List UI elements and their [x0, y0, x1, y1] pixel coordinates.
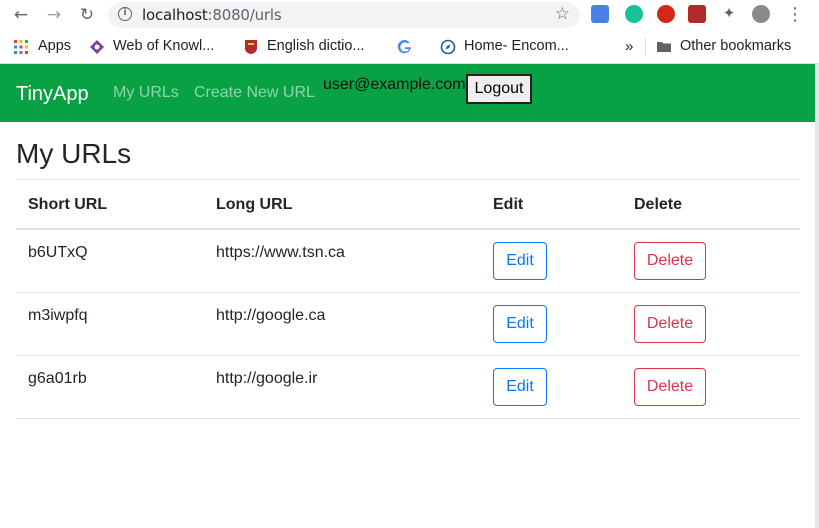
long-url-cell: https://www.tsn.ca: [216, 244, 345, 261]
avatar[interactable]: [752, 5, 770, 23]
grammarly-extension-icon[interactable]: [625, 5, 643, 23]
bookmarks-bar: Apps Web of Knowl... English dictio... H…: [0, 30, 819, 64]
bookmark-apps[interactable]: Apps: [38, 38, 71, 54]
address-bar[interactable]: i localhost:8080/urls ☆: [108, 2, 580, 28]
long-url-cell: http://google.ir: [216, 370, 318, 387]
edit-button[interactable]: Edit: [493, 305, 547, 343]
info-icon[interactable]: i: [118, 7, 132, 21]
brand-logo[interactable]: TinyApp: [16, 83, 89, 106]
urls-table: Short URL Long URL Edit Delete b6UTxQ ht…: [16, 179, 800, 419]
delete-button[interactable]: Delete: [634, 242, 706, 280]
table-row: b6UTxQ https://www.tsn.ca Edit Delete: [16, 230, 800, 293]
delete-button[interactable]: Delete: [634, 368, 706, 406]
column-header-long-url: Long URL: [216, 196, 293, 213]
short-url-cell: b6UTxQ: [28, 244, 88, 261]
apps-grid-icon: [14, 40, 28, 54]
column-header-short-url: Short URL: [28, 196, 108, 213]
edit-button[interactable]: Edit: [493, 368, 547, 406]
scrollbar[interactable]: [815, 64, 819, 528]
table-row: m3iwpfq http://google.ca Edit Delete: [16, 293, 800, 356]
bookmark-home-encom[interactable]: Home- Encom...: [464, 38, 569, 54]
table-header: Short URL Long URL Edit Delete: [16, 180, 800, 230]
bookmark-star-icon[interactable]: ☆: [555, 4, 570, 24]
cambridge-shield-icon: [245, 40, 257, 54]
bookmark-other-bookmarks[interactable]: Other bookmarks: [680, 38, 791, 54]
more-menu-icon[interactable]: ⋮: [784, 4, 806, 26]
forward-arrow-icon[interactable]: →: [43, 4, 65, 26]
compass-icon: [440, 39, 456, 55]
bookmark-web-of-knowledge[interactable]: Web of Knowl...: [113, 38, 214, 54]
app-navbar: TinyApp My URLs Create New URL user@exam…: [0, 64, 815, 122]
table-row: g6a01rb http://google.ir Edit Delete: [16, 356, 800, 419]
folder-icon: [657, 42, 671, 52]
browser-toolbar: ← → ↻ i localhost:8080/urls ☆ ✦ ⋮: [0, 0, 819, 30]
nav-link-my-urls[interactable]: My URLs: [113, 84, 179, 102]
nav-link-create-new-url[interactable]: Create New URL: [194, 84, 315, 102]
user-email: user@example.com: [323, 76, 466, 93]
more-bookmarks-chevron-icon[interactable]: »: [625, 38, 633, 55]
column-header-edit: Edit: [493, 196, 524, 213]
column-header-delete: Delete: [634, 196, 683, 213]
puzzle-extensions-icon[interactable]: ✦: [720, 5, 738, 23]
reload-icon[interactable]: ↻: [76, 4, 98, 26]
adblock-extension-icon[interactable]: [657, 5, 675, 23]
short-url-cell: m3iwpfq: [28, 307, 88, 324]
long-url-cell: http://google.ca: [216, 307, 326, 324]
back-arrow-icon[interactable]: ←: [10, 4, 32, 26]
cambridge-extension-icon[interactable]: [688, 5, 706, 23]
url-text: localhost:8080/urls: [142, 6, 282, 24]
google-g-icon[interactable]: [397, 39, 413, 55]
page-title: My URLs: [16, 138, 132, 169]
bookmarks-divider: [645, 38, 646, 56]
bookmark-english-dictionary[interactable]: English dictio...: [267, 38, 365, 54]
delete-button[interactable]: Delete: [634, 305, 706, 343]
edit-button[interactable]: Edit: [493, 242, 547, 280]
translate-extension-icon[interactable]: [591, 5, 609, 23]
short-url-cell: g6a01rb: [28, 370, 87, 387]
logout-button[interactable]: Logout: [466, 74, 532, 104]
web-of-knowledge-icon: [90, 40, 104, 54]
